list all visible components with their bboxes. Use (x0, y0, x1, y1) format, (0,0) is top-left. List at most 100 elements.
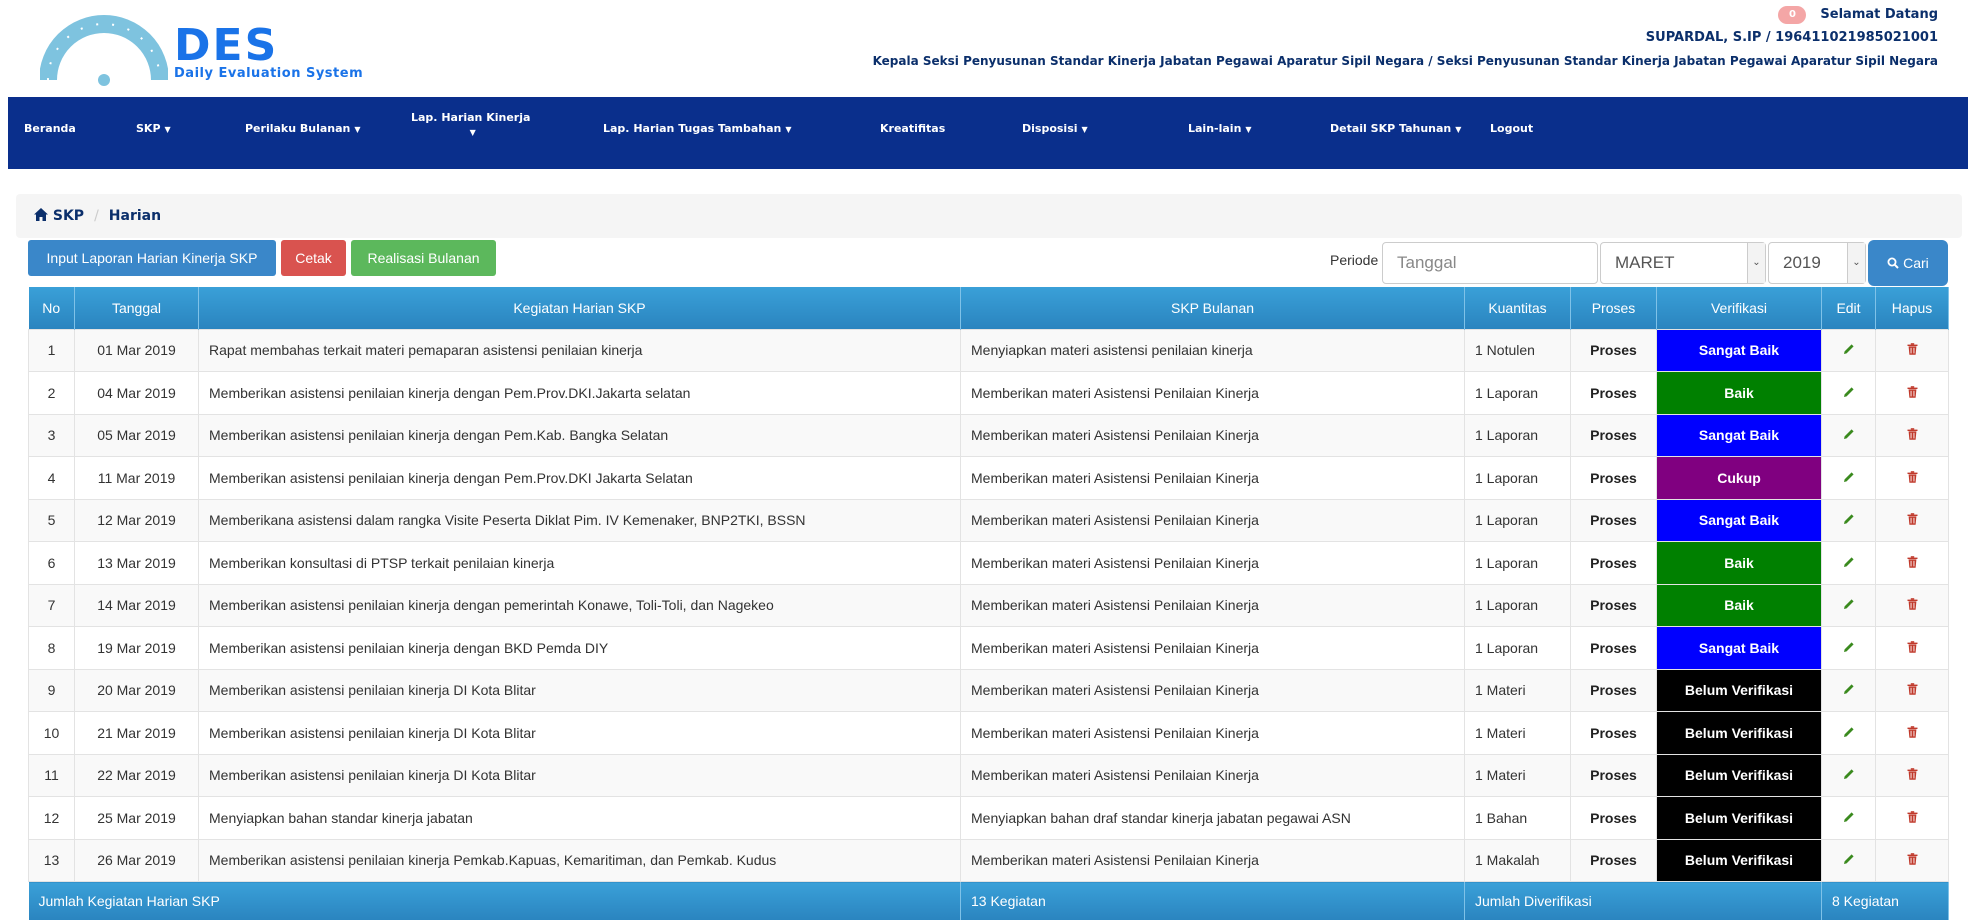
row-edit[interactable] (1821, 498, 1876, 542)
row-hapus[interactable] (1875, 456, 1949, 500)
row-edit[interactable] (1821, 328, 1876, 372)
gauge-logo-icon (40, 15, 168, 86)
row-no: 13 (28, 838, 75, 882)
pencil-icon[interactable] (1842, 767, 1856, 781)
app-logo[interactable]: DES Daily Evaluation System (40, 6, 380, 86)
pencil-icon[interactable] (1842, 385, 1856, 399)
pencil-icon[interactable] (1842, 342, 1856, 356)
nav-kreatifitas[interactable]: Kreatifitas (880, 97, 945, 169)
row-tanggal: 22 Mar 2019 (74, 753, 199, 797)
pencil-icon[interactable] (1842, 470, 1856, 484)
nav-logout[interactable]: Logout (1490, 97, 1533, 169)
pencil-icon[interactable] (1842, 597, 1856, 611)
trash-icon[interactable] (1905, 555, 1919, 569)
row-hapus[interactable] (1875, 796, 1949, 840)
pencil-icon[interactable] (1842, 852, 1856, 866)
nav-lap-harian-tugas-tambahan[interactable]: Lap. Harian Tugas Tambahan ▼ (603, 97, 792, 169)
row-hapus[interactable] (1875, 498, 1949, 542)
row-verifikasi-badge: Baik (1656, 541, 1822, 585)
trash-icon[interactable] (1905, 470, 1919, 484)
row-proses: Proses (1570, 413, 1657, 457)
trash-icon[interactable] (1905, 810, 1919, 824)
trash-icon[interactable] (1905, 512, 1919, 526)
row-hapus[interactable] (1875, 413, 1949, 457)
row-edit[interactable] (1821, 583, 1876, 627)
nav-lap-harian-kinerja[interactable]: Lap. Harian Kinerja ▼ (411, 97, 530, 169)
row-no: 11 (28, 753, 75, 797)
pencil-icon[interactable] (1842, 682, 1856, 696)
pencil-icon[interactable] (1842, 555, 1856, 569)
nav-lain-lain[interactable]: Lain-lain ▼ (1188, 97, 1252, 169)
input-laporan-button[interactable]: Input Laporan Harian Kinerja SKP (28, 240, 276, 276)
row-hapus[interactable] (1875, 541, 1949, 585)
row-edit[interactable] (1821, 668, 1876, 712)
row-verifikasi-badge: Belum Verifikasi (1656, 753, 1822, 797)
trash-icon[interactable] (1905, 342, 1919, 356)
table-row: 10 21 Mar 2019 Memberikan asistensi penila… (28, 711, 1949, 755)
row-edit[interactable] (1821, 711, 1876, 755)
trash-icon[interactable] (1905, 385, 1919, 399)
trash-icon[interactable] (1905, 640, 1919, 654)
row-tanggal: 13 Mar 2019 (74, 541, 199, 585)
row-kuantitas: 1 Laporan (1464, 371, 1571, 415)
trash-icon[interactable] (1905, 767, 1919, 781)
trash-icon[interactable] (1905, 682, 1919, 696)
pencil-icon[interactable] (1842, 810, 1856, 824)
row-hapus[interactable] (1875, 711, 1949, 755)
tahun-select[interactable]: 2019 ⌄ (1768, 242, 1866, 284)
row-kuantitas: 1 Makalah (1464, 838, 1571, 882)
trash-icon[interactable] (1905, 597, 1919, 611)
table-row: 4 11 Mar 2019 Memberikan asistensi penilai… (28, 456, 1949, 500)
row-proses: Proses (1570, 583, 1657, 627)
trash-icon[interactable] (1905, 852, 1919, 866)
notification-badge[interactable]: 0 (1778, 5, 1807, 24)
cetak-button[interactable]: Cetak (281, 240, 346, 276)
row-edit[interactable] (1821, 541, 1876, 585)
cari-button[interactable]: Cari (1868, 240, 1948, 286)
row-kuantitas: 1 Materi (1464, 668, 1571, 712)
row-edit[interactable] (1821, 413, 1876, 457)
row-hapus[interactable] (1875, 626, 1949, 670)
row-skp-bulanan: Menyiapkan materi asistensi penilaian ki… (960, 328, 1465, 372)
row-proses: Proses (1570, 371, 1657, 415)
row-skp-bulanan: Memberikan materi Asistensi Penilaian Ki… (960, 413, 1465, 457)
row-no: 10 (28, 711, 75, 755)
row-edit[interactable] (1821, 626, 1876, 670)
nav-perilaku-bulanan[interactable]: Perilaku Bulanan ▼ (245, 97, 361, 169)
nav-skp[interactable]: SKP ▼ (136, 97, 171, 169)
row-edit[interactable] (1821, 753, 1876, 797)
breadcrumb-skp[interactable]: SKP (53, 208, 84, 224)
row-proses: Proses (1570, 626, 1657, 670)
user-name: SUPARDAL, S.IP / 196411021985021001 (1645, 30, 1938, 45)
pencil-icon[interactable] (1842, 512, 1856, 526)
row-kuantitas: 1 Notulen (1464, 328, 1571, 372)
pencil-icon[interactable] (1842, 427, 1856, 441)
tanggal-input[interactable]: Tanggal (1382, 242, 1598, 284)
row-tanggal: 25 Mar 2019 (74, 796, 199, 840)
row-no: 5 (28, 498, 75, 542)
pencil-icon[interactable] (1842, 725, 1856, 739)
nav-beranda[interactable]: Beranda (24, 97, 76, 169)
row-edit[interactable] (1821, 371, 1876, 415)
pencil-icon[interactable] (1842, 640, 1856, 654)
row-hapus[interactable] (1875, 838, 1949, 882)
realisasi-bulanan-button[interactable]: Realisasi Bulanan (351, 240, 496, 276)
row-hapus[interactable] (1875, 328, 1949, 372)
footer-label: Jumlah Kegiatan Harian SKP (28, 881, 961, 920)
row-edit[interactable] (1821, 796, 1876, 840)
row-hapus[interactable] (1875, 668, 1949, 712)
row-hapus[interactable] (1875, 753, 1949, 797)
nav-disposisi[interactable]: Disposisi ▼ (1022, 97, 1088, 169)
row-proses: Proses (1570, 753, 1657, 797)
row-kuantitas: 1 Bahan (1464, 796, 1571, 840)
row-no: 2 (28, 371, 75, 415)
trash-icon[interactable] (1905, 725, 1919, 739)
caret-down-icon: ▼ (469, 128, 476, 137)
row-edit[interactable] (1821, 456, 1876, 500)
trash-icon[interactable] (1905, 427, 1919, 441)
nav-detail-skp-tahunan[interactable]: Detail SKP Tahunan ▼ (1330, 97, 1461, 169)
row-hapus[interactable] (1875, 371, 1949, 415)
bulan-select[interactable]: MARET ⌄ (1600, 242, 1766, 284)
row-edit[interactable] (1821, 838, 1876, 882)
row-hapus[interactable] (1875, 583, 1949, 627)
